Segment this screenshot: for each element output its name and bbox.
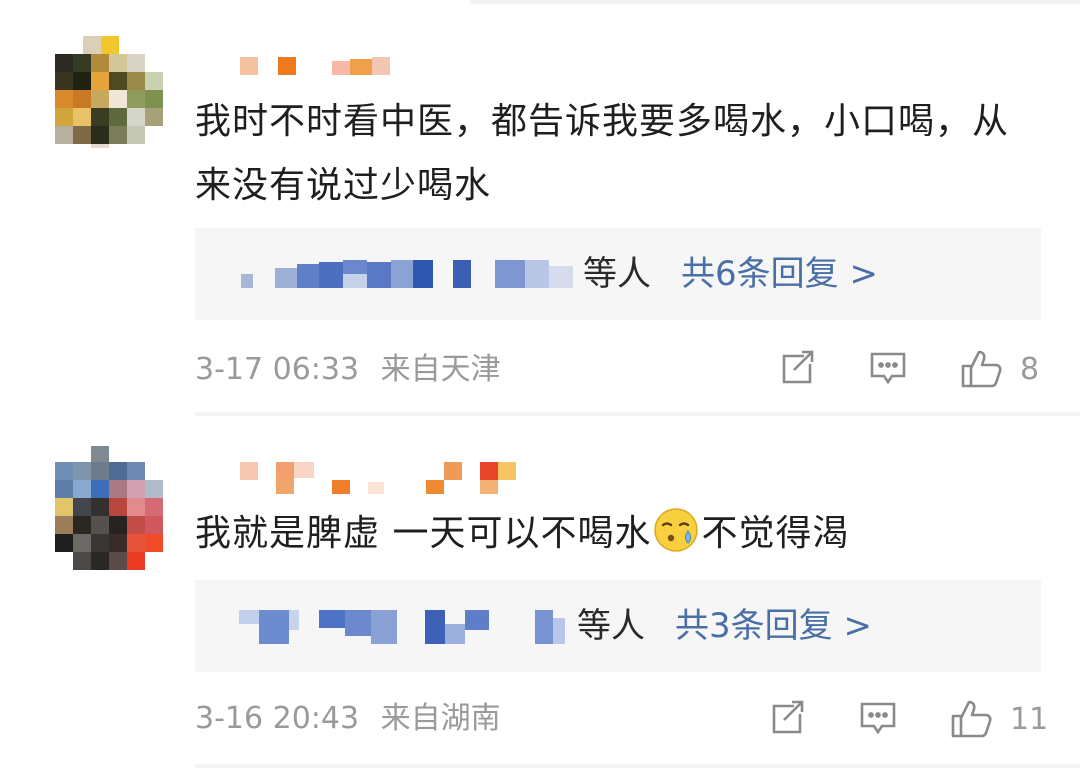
reply-count-link[interactable]: 共3条回复 > (675, 602, 872, 650)
comment-meta: 3-16 20:43 来自湖南 (195, 699, 501, 739)
reply-preview[interactable]: 等人 共3条回复 > (195, 580, 1041, 672)
comment-time: 3-16 20:43 (195, 701, 360, 736)
comment-location: 来自天津 (380, 352, 501, 387)
like-icon[interactable] (960, 348, 1004, 390)
reply-users-suffix: 等人 (577, 606, 645, 646)
avatar[interactable] (55, 446, 167, 574)
comment-divider (195, 412, 1080, 416)
comment-time: 3-17 06:33 (195, 352, 360, 387)
reply-count-link[interactable]: 共6条回复 > (681, 250, 878, 298)
top-divider (470, 0, 1080, 4)
reply-users-mosaic (235, 608, 575, 648)
reply-preview[interactable]: 等人 共6条回复 > (195, 228, 1041, 320)
comment-divider (195, 764, 1080, 768)
sweat-face-icon (653, 507, 699, 574)
comment-meta: 3-17 06:33 来自天津 (195, 350, 501, 390)
comment-text-part: 不觉得渴 (701, 513, 850, 554)
username-mosaic[interactable] (240, 55, 410, 85)
comment-text-part: 我就是脾虚 一天可以不喝水 (195, 513, 652, 554)
comment-actions: 11 (766, 698, 1056, 742)
repost-icon[interactable] (766, 698, 806, 738)
comment-actions: 8 (776, 348, 1046, 392)
repost-icon[interactable] (776, 348, 816, 388)
like-count: 8 (1020, 352, 1040, 387)
reply-users-mosaic (235, 256, 585, 296)
comment-icon[interactable] (868, 348, 908, 388)
comment-text: 我就是脾虚 一天可以不喝水 不觉得渴 (195, 502, 1015, 574)
comment-icon[interactable] (858, 698, 898, 738)
like-count: 11 (1010, 702, 1049, 737)
comment-text: 我时不时看中医，都告诉我要多喝水，小口喝，从来没有说过少喝水 (195, 101, 1010, 206)
reply-users-suffix: 等人 (583, 254, 651, 294)
username-mosaic[interactable] (240, 460, 530, 494)
avatar[interactable] (55, 36, 167, 148)
like-icon[interactable] (950, 698, 994, 740)
comment-location: 来自湖南 (380, 701, 501, 736)
